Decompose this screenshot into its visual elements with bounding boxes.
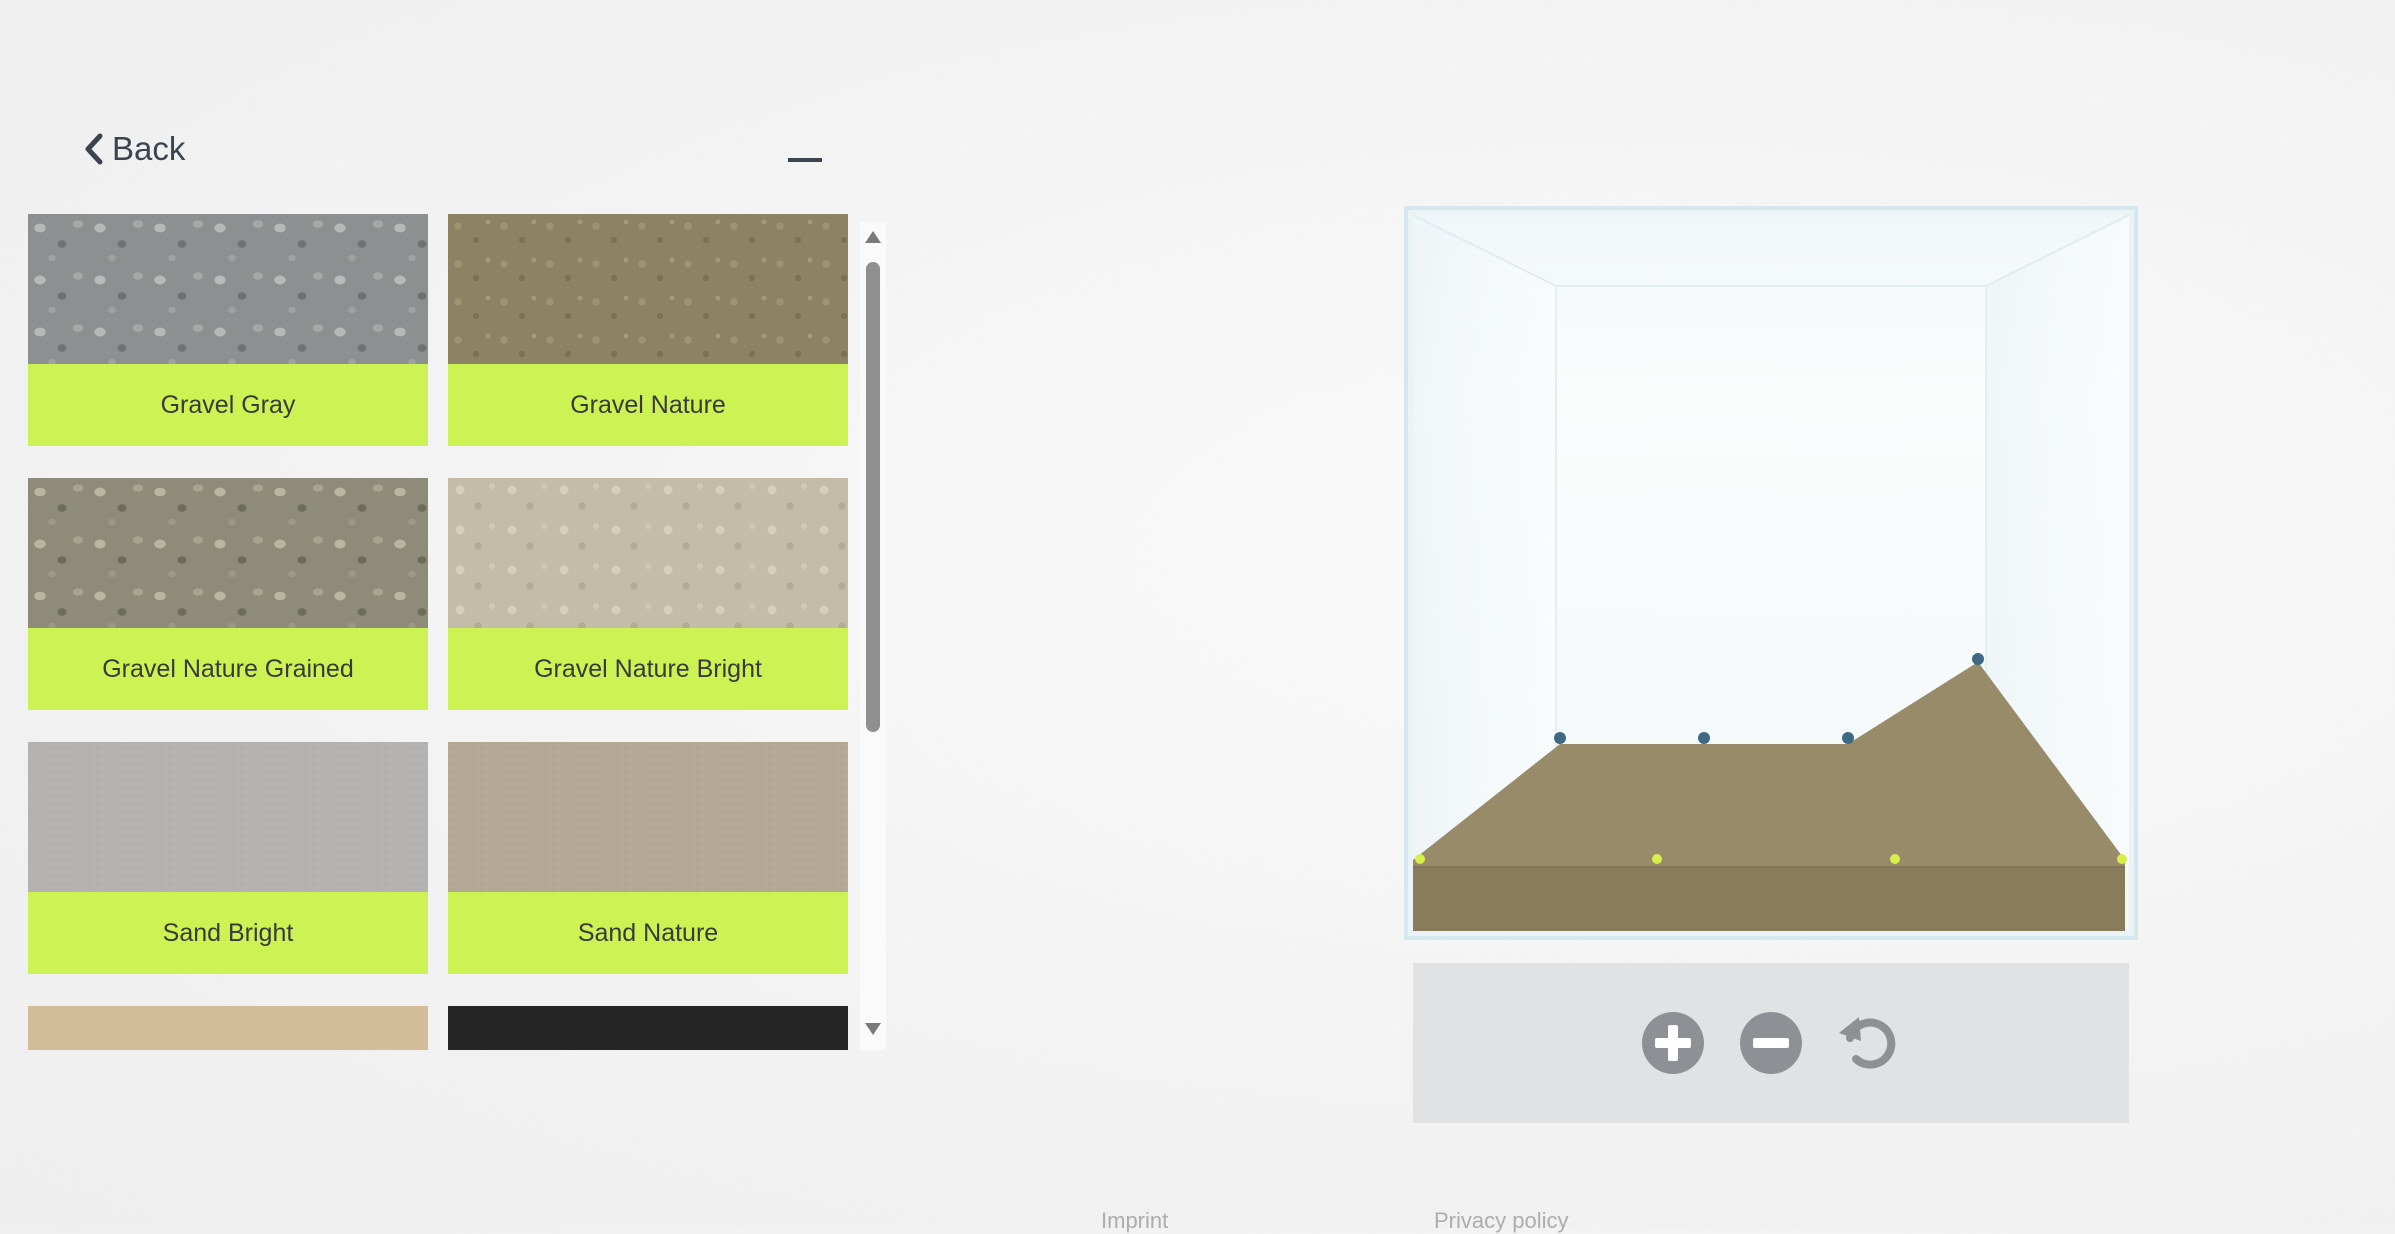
material-label: Gravel Nature Grained	[28, 628, 428, 710]
plus-circle-icon	[1642, 1012, 1704, 1074]
scroll-thumb[interactable]	[866, 262, 880, 732]
scroll-down-arrow-icon[interactable]	[864, 1022, 882, 1036]
material-swatch	[28, 478, 428, 628]
base-handle[interactable]	[1652, 854, 1662, 864]
material-swatch	[28, 742, 428, 892]
material-swatch	[28, 1006, 428, 1050]
base-handle[interactable]	[1890, 854, 1900, 864]
material-card-partial[interactable]	[28, 1006, 428, 1050]
material-label: Gravel Nature Bright	[448, 628, 848, 710]
scroll-up-arrow-icon[interactable]	[864, 230, 882, 244]
material-label: Sand Nature	[448, 892, 848, 974]
material-label: Gravel Nature	[448, 364, 848, 446]
view-controls	[1413, 963, 2129, 1123]
material-label: Sand Bright	[28, 892, 428, 974]
reset-view-button[interactable]	[1837, 1011, 1901, 1075]
back-label: Back	[112, 130, 186, 167]
material-card-gravel-nature-bright[interactable]: Gravel Nature Bright	[448, 478, 848, 710]
material-card-sand-bright[interactable]: Sand Bright	[28, 742, 428, 974]
material-swatch	[28, 214, 428, 364]
material-label: Gravel Gray	[28, 364, 428, 446]
material-panel: Gravel Gray Gravel Nature Gravel Nature …	[28, 214, 888, 1050]
base-handle[interactable]	[1415, 854, 1425, 864]
material-swatch	[448, 742, 848, 892]
height-handle[interactable]	[1554, 732, 1566, 744]
material-card-sand-nature[interactable]: Sand Nature	[448, 742, 848, 974]
aquarium-tank-graphic	[1404, 206, 2138, 940]
material-card-gravel-gray[interactable]: Gravel Gray	[28, 214, 428, 446]
material-grid: Gravel Gray Gravel Nature Gravel Nature …	[28, 214, 848, 1050]
material-swatch	[448, 214, 848, 364]
minus-circle-icon	[1740, 1012, 1802, 1074]
material-swatch	[448, 478, 848, 628]
height-handle[interactable]	[1972, 653, 1984, 665]
zoom-in-button[interactable]	[1641, 1011, 1705, 1075]
material-card-gravel-nature[interactable]: Gravel Nature	[448, 214, 848, 446]
height-handle[interactable]	[1842, 732, 1854, 744]
reset-icon	[1839, 1017, 1896, 1069]
privacy-policy-link[interactable]: Privacy policy	[1434, 1208, 1568, 1234]
back-button[interactable]: Back	[84, 128, 185, 170]
scrollbar[interactable]	[860, 222, 886, 1050]
base-handle[interactable]	[2117, 854, 2127, 864]
aquarium-preview	[1404, 206, 2138, 940]
minimize-icon[interactable]	[788, 158, 822, 162]
chevron-left-icon	[85, 133, 103, 165]
material-card-gravel-nature-grained[interactable]: Gravel Nature Grained	[28, 478, 428, 710]
height-handle[interactable]	[1698, 732, 1710, 744]
material-swatch	[448, 1006, 848, 1050]
zoom-out-button[interactable]	[1739, 1011, 1803, 1075]
imprint-link[interactable]: Imprint	[1101, 1208, 1168, 1234]
material-card-partial[interactable]	[448, 1006, 848, 1050]
